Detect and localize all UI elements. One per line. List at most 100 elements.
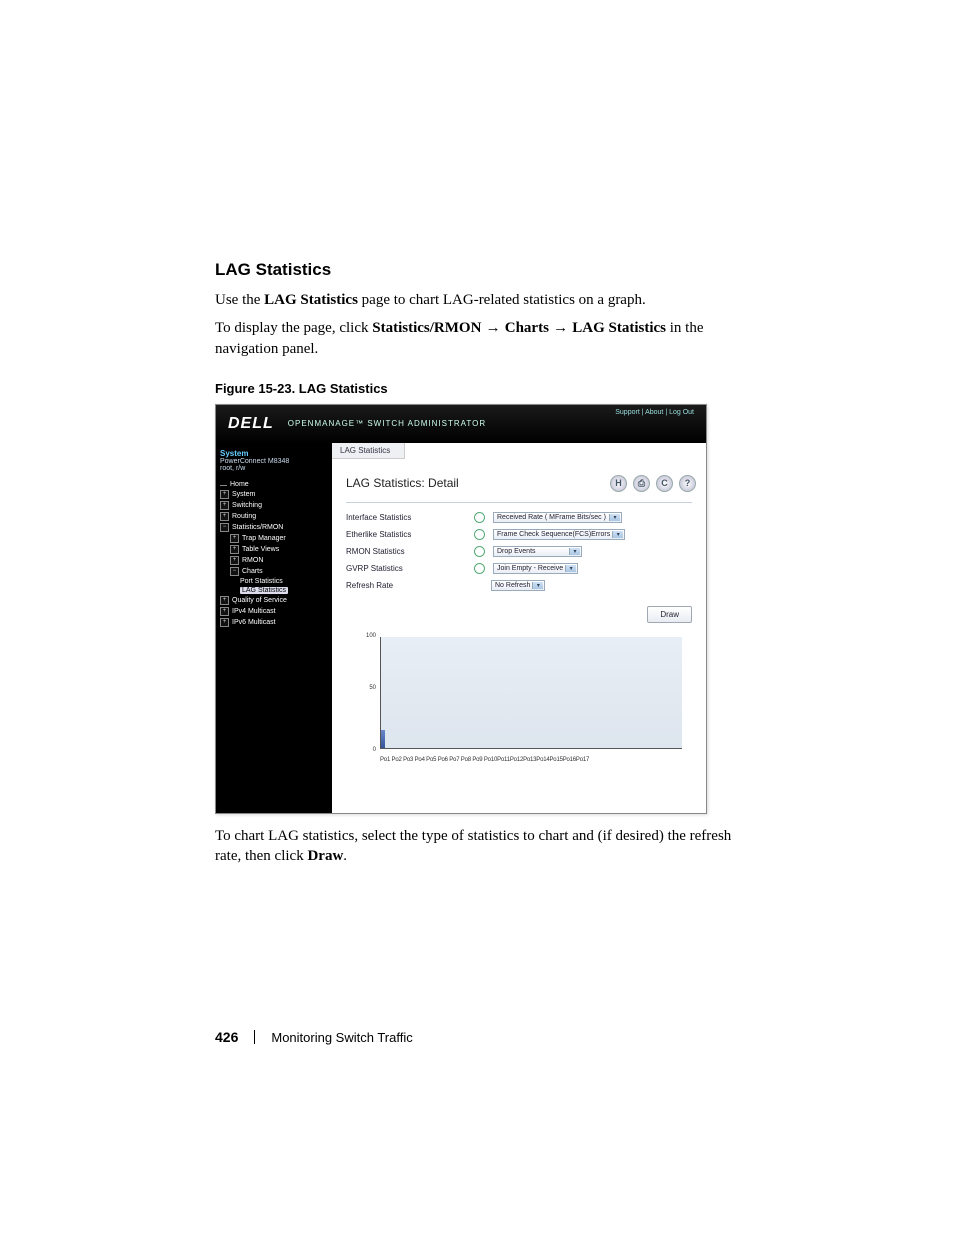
radio-gvrp[interactable] xyxy=(474,563,485,574)
text: . xyxy=(343,848,347,864)
nav-path-part: Charts xyxy=(505,320,549,336)
option-row-etherlike: Etherlike Statistics Frame Check Sequenc… xyxy=(346,526,692,543)
closing-paragraph: To chart LAG statistics, select the type… xyxy=(215,826,734,867)
chevron-down-icon: ▾ xyxy=(612,531,623,538)
page-number: 426 xyxy=(215,1029,238,1045)
option-label: Refresh Rate xyxy=(346,581,466,590)
select-value: Join Empty - Receive xyxy=(497,565,563,572)
tree-collapse-icon[interactable]: − xyxy=(230,567,239,576)
select-value: Drop Events xyxy=(497,548,536,555)
intro-paragraph-1: Use the LAG Statistics page to chart LAG… xyxy=(215,290,734,310)
tree-label: System xyxy=(232,491,255,498)
tree-item-lag-statistics[interactable]: LAG Statistics xyxy=(220,586,328,595)
tree-label: Port Statistics xyxy=(240,578,283,585)
tree-expand-icon[interactable]: + xyxy=(220,490,229,499)
chevron-down-icon: ▾ xyxy=(609,514,620,521)
chapter-name: Monitoring Switch Traffic xyxy=(271,1030,412,1045)
tree-label: IPv6 Multicast xyxy=(232,619,276,626)
nav-path-part: Statistics/RMON xyxy=(372,320,481,336)
tree-label: Table Views xyxy=(242,546,279,553)
tree-item-statistics-rmon[interactable]: −Statistics/RMON xyxy=(220,522,328,533)
option-row-interface: Interface Statistics Received Rate ( MFr… xyxy=(346,509,692,526)
system-heading: System xyxy=(220,449,328,458)
chevron-down-icon: ▾ xyxy=(532,582,543,589)
tree-label: Home xyxy=(230,481,249,488)
option-row-rmon: RMON Statistics Drop Events ▾ xyxy=(346,543,692,560)
tree-item-ipv6-multicast[interactable]: +IPv6 Multicast xyxy=(220,617,328,628)
select-value: No Refresh xyxy=(495,582,530,589)
tree-collapse-icon[interactable]: − xyxy=(220,523,229,532)
y-tick-50: 50 xyxy=(360,685,376,691)
tree-item-charts[interactable]: −Charts xyxy=(220,566,328,577)
intro-paragraph-2: To display the page, click Statistics/RM… xyxy=(215,318,734,359)
x-axis-labels: Po1 Po2 Po3 Po4 Po5 Po6 Po7 Po8 Po9 Po10… xyxy=(380,757,682,763)
tree-item-ipv4-multicast[interactable]: +IPv4 Multicast xyxy=(220,606,328,617)
detail-header: LAG Statistics: Detail H ⎙ C ? xyxy=(332,459,706,502)
tree-item-trap-manager[interactable]: +Trap Manager xyxy=(220,533,328,544)
select-value: Received Rate ( MFrame Bits/sec ) xyxy=(497,514,606,521)
tree-item-rmon[interactable]: +RMON xyxy=(220,555,328,566)
option-label: Etherlike Statistics xyxy=(346,530,466,539)
select-interface[interactable]: Received Rate ( MFrame Bits/sec )▾ xyxy=(493,512,622,523)
section-title: LAG Statistics xyxy=(215,260,734,280)
question-icon[interactable]: ? xyxy=(679,475,696,492)
arrow-icon: → xyxy=(481,319,504,336)
tree-item-home[interactable]: Home xyxy=(220,480,328,489)
tree-expand-icon[interactable]: + xyxy=(220,607,229,616)
select-rmon[interactable]: Drop Events ▾ xyxy=(493,546,582,557)
select-refresh-rate[interactable]: No Refresh▾ xyxy=(491,580,545,591)
lag-chart: 100 50 0 Po1 Po2 Po3 Po4 Po5 Po6 Po7 Po8… xyxy=(346,633,692,765)
radio-rmon[interactable] xyxy=(474,546,485,557)
tree-expand-icon[interactable]: + xyxy=(220,596,229,605)
tree-item-qos[interactable]: +Quality of Service xyxy=(220,595,328,606)
text: To chart LAG statistics, select the type… xyxy=(215,828,731,864)
chart-bar xyxy=(381,730,385,748)
select-value: Frame Check Sequence(FCS)Errors xyxy=(497,531,610,538)
tree-dash-icon xyxy=(220,485,227,488)
draw-button[interactable]: Draw xyxy=(647,606,692,623)
refresh-c-icon[interactable]: C xyxy=(656,475,673,492)
tree-label: IPv4 Multicast xyxy=(232,608,276,615)
top-links[interactable]: Support | About | Log Out xyxy=(615,409,694,416)
tree-expand-icon[interactable]: + xyxy=(230,556,239,565)
nav-sidebar: System PowerConnect M8348 root, r/w Home… xyxy=(216,443,332,813)
user-role: root, r/w xyxy=(220,465,245,472)
help-h-icon[interactable]: H xyxy=(610,475,627,492)
tree-label: RMON xyxy=(242,557,263,564)
system-subheading: PowerConnect M8348 root, r/w xyxy=(220,458,328,472)
print-icon[interactable]: ⎙ xyxy=(633,475,650,492)
tree-item-port-statistics[interactable]: Port Statistics xyxy=(220,577,328,586)
select-etherlike[interactable]: Frame Check Sequence(FCS)Errors▾ xyxy=(493,529,625,540)
tree-expand-icon[interactable]: + xyxy=(220,512,229,521)
footer-separator xyxy=(254,1030,255,1044)
tree-item-system[interactable]: +System xyxy=(220,489,328,500)
chevron-down-icon: ▾ xyxy=(569,548,580,555)
text-bold: LAG Statistics xyxy=(264,292,358,308)
radio-etherlike[interactable] xyxy=(474,529,485,540)
tab-lag-statistics[interactable]: LAG Statistics xyxy=(332,443,405,459)
chart-plot-area xyxy=(380,637,682,749)
tree-label: Quality of Service xyxy=(232,597,287,604)
page-footer: 426 Monitoring Switch Traffic xyxy=(215,1029,413,1045)
text-bold: Draw xyxy=(307,848,343,864)
select-gvrp[interactable]: Join Empty - Receive▾ xyxy=(493,563,578,574)
tree-item-table-views[interactable]: +Table Views xyxy=(220,544,328,555)
tree-expand-icon[interactable]: + xyxy=(220,501,229,510)
text: Use the xyxy=(215,292,264,308)
options-panel: Interface Statistics Received Rate ( MFr… xyxy=(346,502,692,598)
option-label: RMON Statistics xyxy=(346,547,466,556)
tree-expand-icon[interactable]: + xyxy=(230,545,239,554)
tree-item-routing[interactable]: +Routing xyxy=(220,511,328,522)
option-label: GVRP Statistics xyxy=(346,564,466,573)
tree-expand-icon[interactable]: + xyxy=(230,534,239,543)
option-row-gvrp: GVRP Statistics Join Empty - Receive▾ xyxy=(346,560,692,577)
figure-caption: Figure 15-23. LAG Statistics xyxy=(215,381,734,396)
tree-item-switching[interactable]: +Switching xyxy=(220,500,328,511)
radio-interface[interactable] xyxy=(474,512,485,523)
page-title: LAG Statistics: Detail xyxy=(346,476,459,490)
tree-label: Trap Manager xyxy=(242,535,286,542)
tree-expand-icon[interactable]: + xyxy=(220,618,229,627)
y-tick-100: 100 xyxy=(360,633,376,639)
tree-label-selected: LAG Statistics xyxy=(240,587,288,594)
main-panel: LAG Statistics LAG Statistics: Detail H … xyxy=(332,443,706,813)
